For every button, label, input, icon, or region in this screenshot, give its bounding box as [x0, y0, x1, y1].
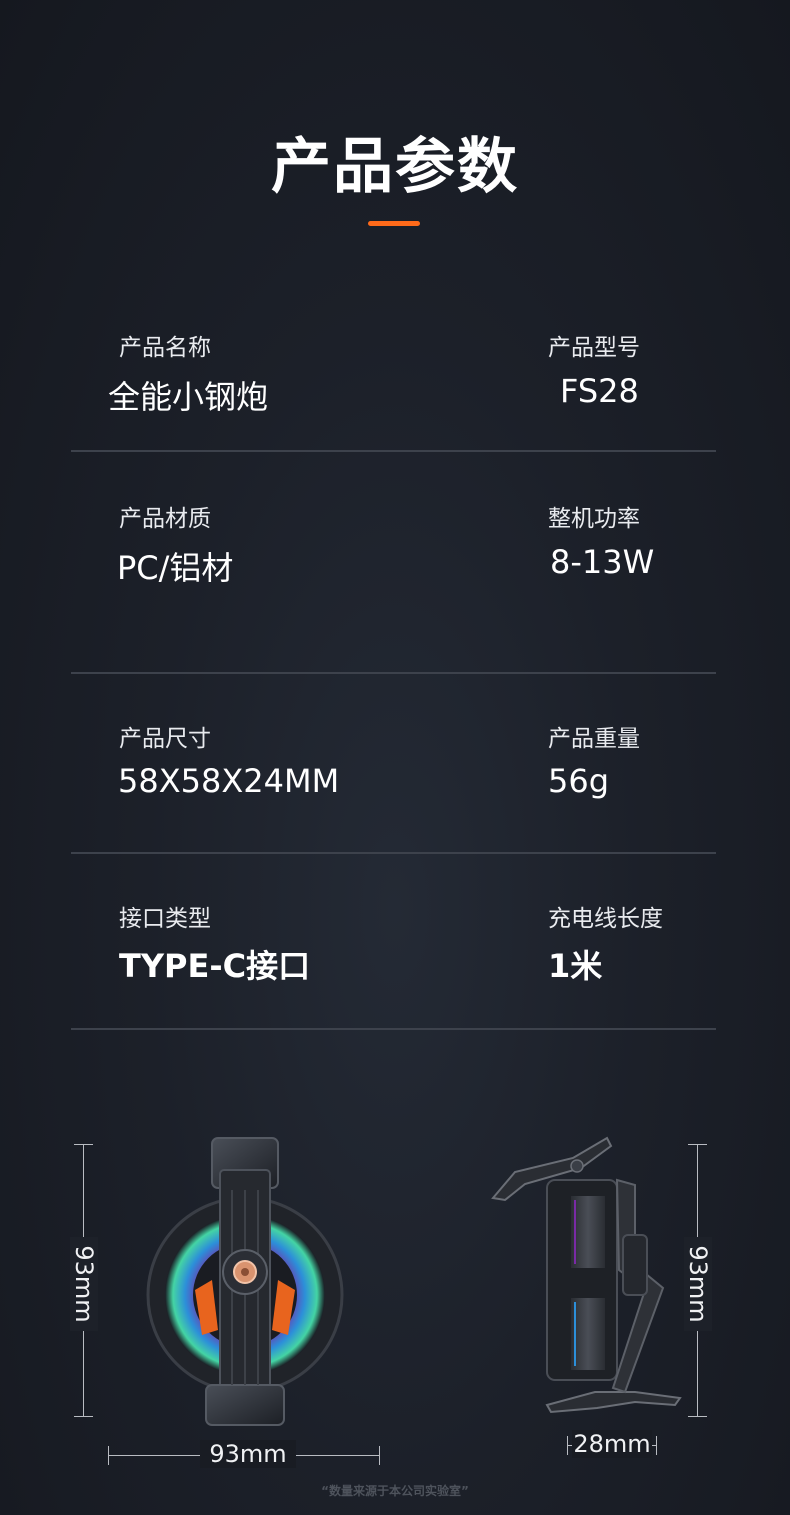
spec-value-power: 8-13W [550, 543, 655, 581]
dimension-tick [74, 1416, 93, 1417]
page-title: 产品参数 [271, 132, 519, 202]
spec-value-product-name: 全能小钢炮 [108, 378, 269, 416]
front-height-label: 93mm [70, 1237, 98, 1331]
row-divider [71, 672, 716, 674]
spec-value-cable-length: 1米 [548, 947, 603, 985]
spec-value-material: PC/铝材 [117, 549, 234, 587]
spec-value-weight: 56g [548, 762, 610, 800]
spec-label-size: 产品尺寸 [119, 726, 211, 752]
spec-label-weight: 产品重量 [548, 726, 640, 752]
spec-label-model: 产品型号 [548, 335, 640, 361]
row-divider [71, 852, 716, 854]
dimension-tick [379, 1446, 380, 1465]
front-width-label: 93mm [200, 1440, 296, 1468]
footer-note: “数量来源于本公司实验室” [321, 1484, 469, 1498]
dimension-tick [567, 1436, 568, 1455]
spec-label-interface: 接口类型 [119, 906, 211, 932]
spec-label-product-name: 产品名称 [119, 335, 211, 361]
title-accent-bar [368, 221, 420, 226]
spec-label-material: 产品材质 [119, 506, 211, 532]
spec-label-power: 整机功率 [548, 506, 640, 532]
spec-value-model: FS28 [560, 372, 639, 410]
spec-value-interface: TYPE-C接口 [119, 947, 311, 985]
dimension-tick [656, 1436, 657, 1455]
side-view-cooler-image [491, 1136, 682, 1414]
dimension-tick [74, 1144, 93, 1145]
row-divider [71, 1028, 716, 1030]
spec-label-cable-length: 充电线长度 [548, 906, 663, 932]
dimension-tick [108, 1446, 109, 1465]
front-view-cooler-image [146, 1137, 344, 1426]
spec-value-size: 58X58X24MM [118, 762, 340, 800]
side-depth-label: 28mm [572, 1430, 652, 1458]
row-divider [71, 450, 716, 452]
